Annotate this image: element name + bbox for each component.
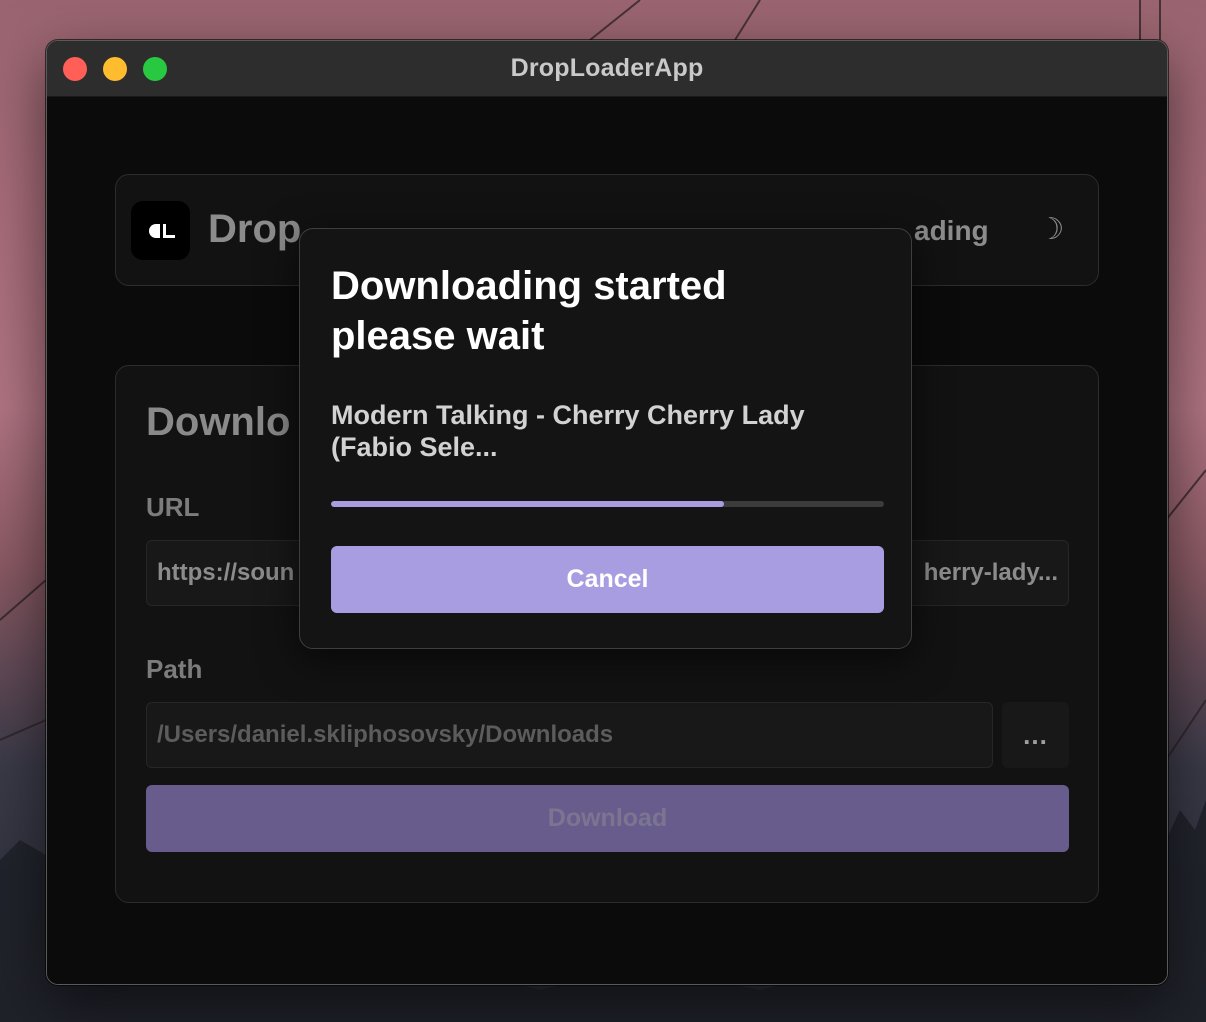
window-title: DropLoaderApp [510, 54, 704, 82]
path-input[interactable]: /Users/daniel.skliphosovsky/Downloads [146, 702, 993, 768]
download-progress-dialog: Downloading started please wait Modern T… [299, 228, 912, 649]
url-value-start: https://soun [157, 559, 295, 586]
minimize-window-button[interactable] [103, 57, 127, 81]
track-name-line-2: (Fabio Sele... [331, 432, 498, 462]
app-logo-icon [131, 201, 190, 260]
track-name: Modern Talking - Cherry Cherry Lady (Fab… [331, 399, 871, 463]
download-button[interactable]: Download [146, 785, 1069, 852]
cancel-button[interactable]: Cancel [331, 546, 884, 613]
browse-folder-button[interactable]: ... [1002, 702, 1069, 768]
header-status-text: ading [914, 215, 989, 246]
app-window: DropLoaderApp Drop ading ☽ Downlo URL ht… [46, 40, 1168, 985]
section-title: Downlo [146, 400, 291, 444]
title-bar[interactable]: DropLoaderApp [47, 41, 1167, 97]
maximize-window-button[interactable] [143, 57, 167, 81]
close-window-button[interactable] [63, 57, 87, 81]
download-progress-bar [331, 501, 884, 507]
app-content: Drop ading ☽ Downlo URL https://soun her… [47, 97, 1167, 984]
track-name-line-1: Modern Talking - Cherry Cherry Lady [331, 400, 805, 430]
dialog-title-line-2: please wait [331, 314, 545, 358]
url-value-end: herry-lady... [923, 559, 1058, 586]
window-controls [63, 57, 167, 81]
dialog-title: Downloading started please wait [331, 261, 891, 361]
download-progress-fill [331, 501, 724, 507]
url-label: URL [146, 492, 200, 522]
path-label: Path [146, 654, 203, 684]
dialog-title-line-1: Downloading started [331, 264, 727, 308]
moon-icon[interactable]: ☽ [1034, 213, 1068, 247]
app-title: Drop [208, 207, 302, 251]
